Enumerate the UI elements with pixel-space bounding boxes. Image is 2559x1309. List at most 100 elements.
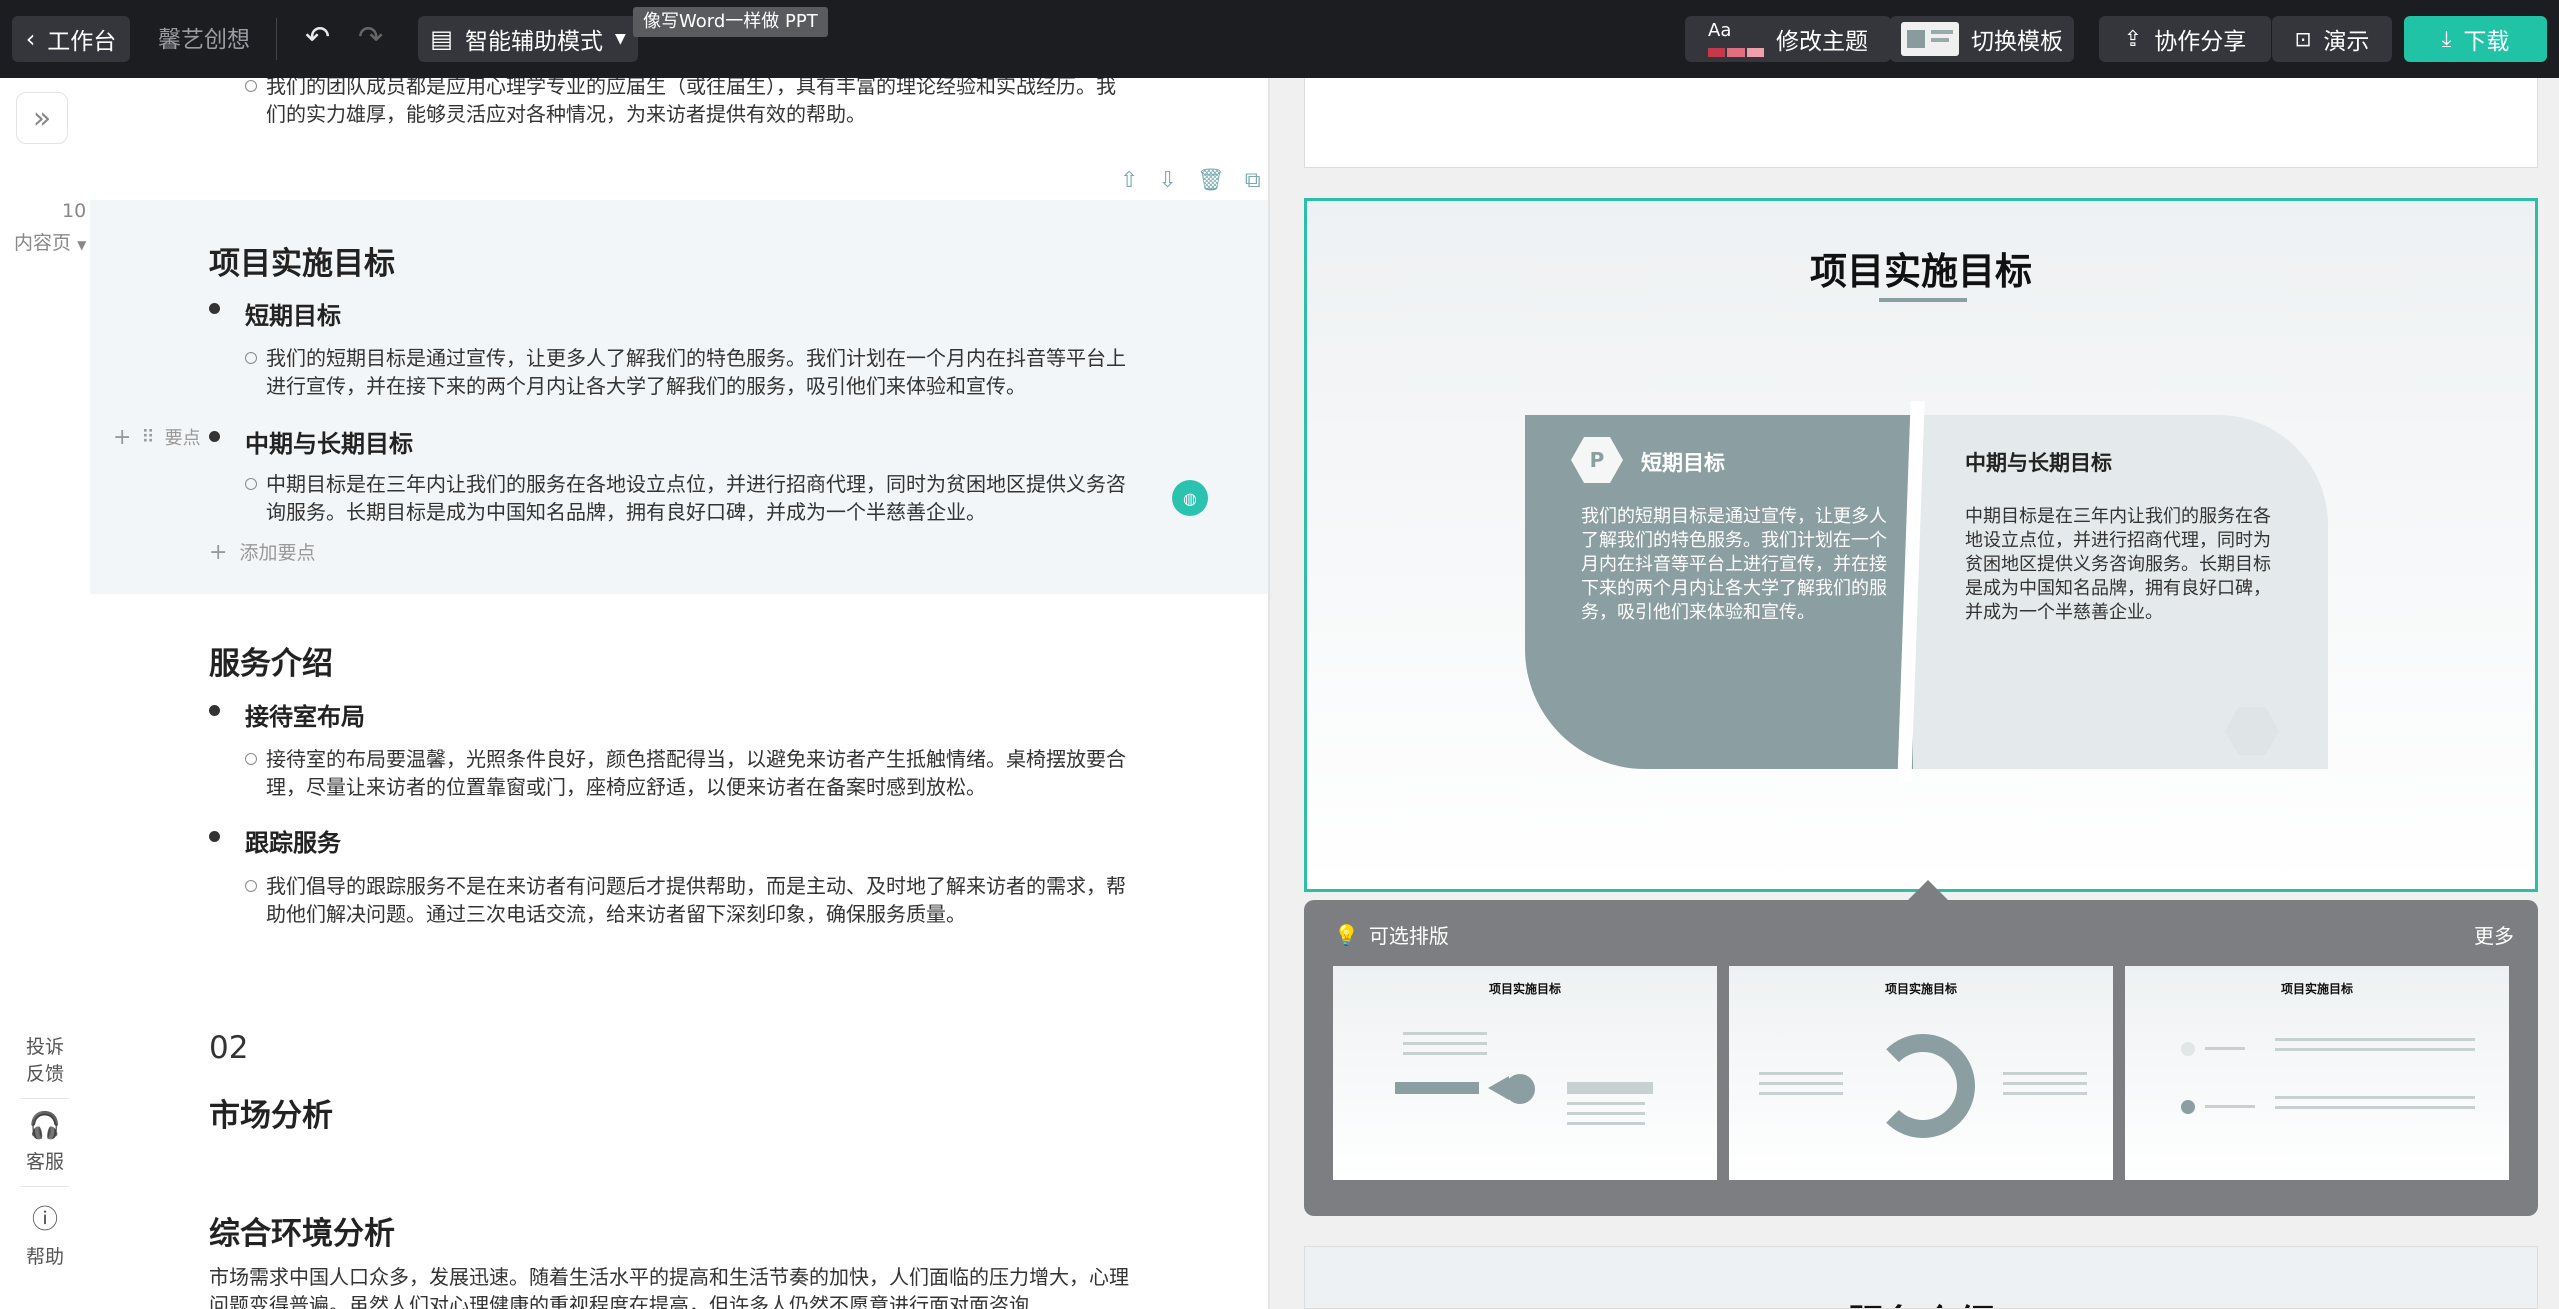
thumb-text-line [2275, 1106, 2475, 1109]
thumb-cycle-icon [1871, 1034, 1975, 1138]
download-icon: ⤓ [2441, 26, 2452, 52]
thumb-text-line [2275, 1048, 2475, 1051]
page-kind-select[interactable]: 内容页 ▼ [14, 228, 86, 255]
thumb-text-line [1567, 1112, 1645, 1115]
team-paragraph[interactable]: 我们的团队成员都是应用心理学专业的应届生（或往届生），具有丰富的理论经验和实战经… [266, 78, 1132, 128]
theme-swatch-icon: Aa [1708, 21, 1764, 57]
layout-panel-title: 可选排版 [1368, 924, 1449, 948]
thumb-text-line [2003, 1072, 2087, 1075]
thumb-text-line [2275, 1096, 2475, 1099]
help-icon[interactable]: ⓘ [32, 1199, 58, 1236]
point-text[interactable]: 我们的短期目标是通过宣传，让更多人了解我们的特色服务。我们计划在一个月内在抖音等… [266, 344, 1132, 400]
thumb-text-line [1759, 1092, 1843, 1095]
present-button[interactable]: ⊡ 演示 [2272, 16, 2392, 62]
point-handle[interactable]: + ⠿ 要点 [113, 424, 201, 450]
move-down-icon[interactable]: ⇩ [1158, 168, 1176, 193]
sub-bullet [245, 880, 257, 892]
right-card-text: 中期目标是在三年内让我们的服务在各地设立点位，并进行招商代理，同时为贫困地区提供… [1965, 506, 2271, 623]
caret-down-icon: ▼ [614, 31, 626, 47]
title-underline [1879, 298, 1967, 302]
section-title[interactable]: 项目实施目标 [209, 238, 395, 283]
change-theme-label: 修改主题 [1776, 29, 1868, 55]
layout-thumbnail-1[interactable]: 项目实施目标 [1333, 966, 1717, 1180]
plus-icon: + [209, 540, 228, 565]
thumb-text-line [2275, 1038, 2475, 1041]
project-name[interactable]: 馨艺创想 [158, 20, 250, 54]
previous-slide[interactable] [1304, 78, 2538, 168]
outline-editor: » 我们的团队成员都是应用心理学专业的应届生（或往届生），具有丰富的理论经验和实… [0, 78, 1268, 1309]
sub-bullet [245, 80, 257, 92]
thumb-text-line [1759, 1072, 1843, 1075]
undo-icon[interactable]: ↶ [305, 20, 330, 55]
mode-select[interactable]: ▤ 智能辅助模式 ▼ [418, 16, 638, 62]
help-label[interactable]: 帮助 [26, 1242, 64, 1269]
point-text[interactable]: 接待室的布局要温馨，光照条件良好，颜色搭配得当，以避免来访者产生抵触情绪。桌椅摆… [266, 745, 1132, 801]
present-icon: ⊡ [2294, 27, 2312, 51]
point-text[interactable]: 我们倡导的跟踪服务不是在来访者有问题后才提供帮助，而是主动、及时地了解来访者的需… [266, 872, 1132, 928]
thumb-circle [1505, 1074, 1535, 1104]
next-slide[interactable]: 服务介绍 [1304, 1246, 2538, 1309]
more-layouts-link[interactable]: 更多 [2474, 920, 2514, 949]
thumb-text-line [2003, 1082, 2087, 1085]
back-label: 工作台 [47, 29, 117, 55]
left-card-text: 我们的短期目标是通过宣传，让更多人了解我们的特色服务。我们计划在一个月内在抖音等… [1581, 506, 1887, 623]
plus-icon[interactable]: + [113, 425, 131, 450]
move-up-icon[interactable]: ⇧ [1120, 168, 1138, 193]
mode-tooltip: 像写Word一样做 PPT [633, 7, 828, 37]
slide-title: 项目实施目标 [1810, 250, 2032, 293]
layout-panel-arrow [1906, 880, 1950, 902]
section-title[interactable]: 服务介绍 [209, 638, 333, 683]
layout-thumbnail-3[interactable]: 项目实施目标 [2125, 966, 2509, 1180]
page-kind-label: 内容页 [14, 232, 72, 254]
thumb-title: 项目实施目标 [1884, 982, 1957, 996]
thumb-text-line [1759, 1082, 1843, 1085]
ai-assistant-icon[interactable]: ◍ [1172, 480, 1208, 516]
drag-handle-icon[interactable]: ⠿ [141, 427, 154, 448]
download-label: 下载 [2463, 29, 2510, 55]
double-chevron-right-icon: » [32, 100, 52, 136]
chapter-title[interactable]: 市场分析 [209, 1090, 333, 1135]
delete-icon[interactable]: 🗑 [1197, 168, 1225, 193]
thumb-bar [1395, 1082, 1479, 1094]
right-card-title: 中期与长期目标 [1965, 451, 2112, 475]
divider [21, 1098, 69, 1099]
next-slide-title: 服务介绍 [1305, 1293, 2537, 1308]
customer-service-label[interactable]: 客服 [26, 1147, 64, 1174]
template-thumbnail-icon [1901, 22, 1959, 56]
point-text[interactable]: 中期目标是在三年内让我们的服务在各地设立点位，并进行招商代理，同时为贫困地区提供… [266, 470, 1132, 526]
thumb-text-line [1567, 1102, 1645, 1105]
change-theme-button[interactable]: Aa 修改主题 [1685, 16, 1891, 62]
point-title[interactable]: 接待室布局 [245, 697, 365, 732]
mode-label: 智能辅助模式 [464, 29, 603, 55]
back-to-workbench-button[interactable]: ‹ 工作台 [12, 16, 130, 62]
expand-panel-button[interactable]: » [16, 92, 68, 144]
layout-panel-header: 💡 可选排版 [1334, 920, 1449, 949]
redo-icon[interactable]: ↷ [358, 20, 383, 55]
point-bullet [209, 831, 220, 842]
toolbar-divider [276, 18, 277, 60]
point-bullet [209, 705, 220, 716]
complaint-label[interactable]: 投诉 [26, 1032, 64, 1059]
headset-icon[interactable]: 🎧 [29, 1111, 61, 1141]
divider [21, 1186, 69, 1187]
section-title[interactable]: 综合环境分析 [209, 1208, 395, 1253]
switch-template-button[interactable]: 切换模板 [1890, 16, 2074, 62]
help-sidebar: 投诉 反馈 🎧 客服 ⓘ 帮助 [14, 1032, 76, 1269]
current-slide[interactable]: 项目实施目标 P 短期目标 我们的短期目标是通过宣传，让更多人了解我们的特色服务… [1304, 198, 2538, 892]
copy-icon[interactable]: ⧉ [1245, 168, 1261, 193]
point-title[interactable]: 中期与长期目标 [245, 424, 413, 459]
feedback-label[interactable]: 反馈 [26, 1059, 64, 1086]
share-button[interactable]: ⇪ 协作分享 [2099, 16, 2271, 62]
point-title[interactable]: 短期目标 [245, 296, 341, 331]
download-button[interactable]: ⤓ 下载 [2404, 16, 2547, 62]
thumb-text-line [1567, 1122, 1645, 1125]
add-point-button[interactable]: + 添加要点 [209, 538, 316, 565]
document-icon: ▤ [430, 25, 453, 53]
point-handle-label: 要点 [164, 428, 201, 449]
point-title[interactable]: 跟踪服务 [245, 823, 341, 858]
layout-thumbnail-2[interactable]: 项目实施目标 [1729, 966, 2113, 1180]
switch-template-label: 切换模板 [1971, 29, 2063, 55]
add-point-label: 添加要点 [239, 542, 316, 564]
chevron-left-icon: ‹ [25, 25, 36, 53]
section-text[interactable]: 市场需求中国人口众多，发展迅速。随着生活水平的提高和生活节奏的加快，人们面临的压… [209, 1263, 1134, 1309]
